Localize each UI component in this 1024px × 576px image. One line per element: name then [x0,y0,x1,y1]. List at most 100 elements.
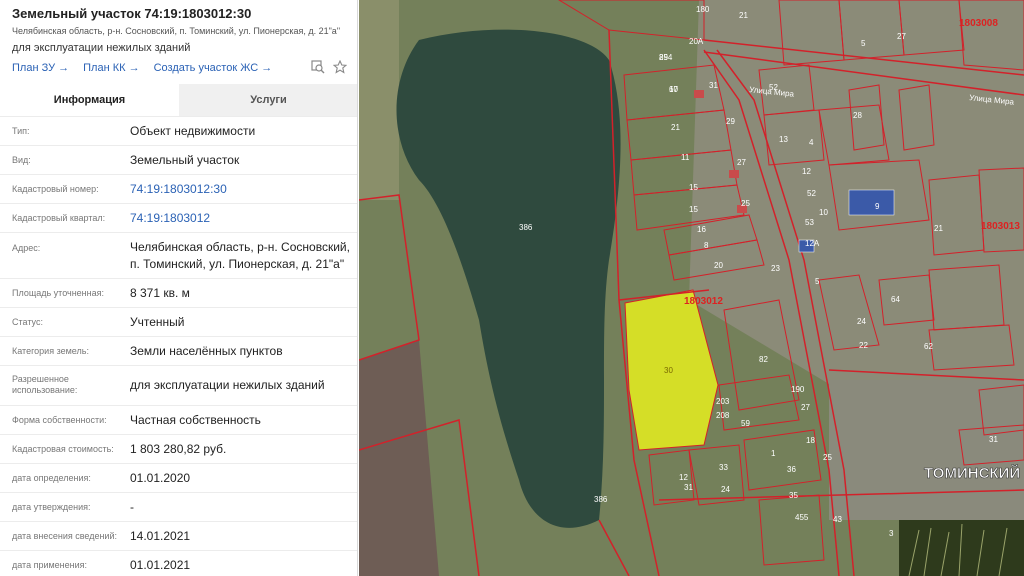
row-label: Категория земель: [12,346,89,356]
parcel-label-selected: 30 [664,366,673,375]
plot-number-label: 35 [789,491,798,500]
plot-number-label: 64 [891,295,900,304]
row-label: дата определения: [12,473,91,483]
plot-number-label: 11 [681,153,690,162]
plot-number-label: 17 [669,85,678,94]
table-row: дата определения: 01.01.2020 [0,463,357,492]
map-canvas[interactable]: Улица Мира Улица Мира 1803008 1803013 18… [359,0,1024,576]
plot-number-label: 31 [709,81,718,90]
plot-number-label: 43 [833,515,842,524]
plot-number-label: 455 [795,513,809,522]
row-value: для эксплуатации нежилых зданий [130,378,325,392]
table-row: Площадь уточненная: 8 371 кв. м [0,278,357,307]
plot-number-label: 8 [704,241,709,250]
create-parcel-link[interactable]: Создать участок ЖС → [154,62,273,74]
plot-number-label: 59 [741,419,750,428]
plan-zu-link[interactable]: План ЗУ → [12,62,69,74]
plot-number-label: 24 [857,317,866,326]
row-value: 8 371 кв. м [130,286,190,300]
row-label: Кадастровая стоимость: [12,444,114,454]
plot-number-label: 53 [805,218,814,227]
search-on-map-icon[interactable] [311,60,325,74]
plot-number-label: 31 [989,435,998,444]
table-row: Тип: Объект недвижимости [0,116,357,145]
plot-number-label: 24 [721,485,730,494]
plot-number-label: 12 [679,473,688,482]
plot-number-label: 9 [875,202,880,211]
plot-number-label: 27 [801,403,810,412]
plot-number-label: 203 [716,397,730,406]
row-label: Кадастровый квартал: [12,213,106,223]
plot-number-label: 13 [779,135,788,144]
row-label: Адрес: [12,243,41,253]
tab-services[interactable]: Услуги [179,84,357,116]
row-label: дата применения: [12,560,88,570]
table-row: Кадастровый квартал: 74:19:1803012 [0,203,357,232]
table-row: Вид: Земельный участок [0,145,357,174]
row-value: Земельный участок [130,153,240,167]
plot-number-label: 12 [802,167,811,176]
row-label: Форма собственности: [12,415,107,425]
plot-number-label: 62 [924,342,933,351]
parcel-usage: для эксплуатации нежилых зданий [12,42,191,54]
table-row: Форма собственности: Частная собственнос… [0,405,357,434]
quarter-label-main: 1803012 [684,296,723,307]
plot-number-label: 5 [861,39,866,48]
row-value: - [130,500,134,514]
row-value: 14.01.2021 [130,529,191,543]
row-label: дата утверждения: [12,502,91,512]
plot-number-label: 29 [659,53,668,62]
plot-number-label: 20А [689,37,704,46]
plot-number-label: 52 [807,189,816,198]
plot-number-label: 25 [823,453,832,462]
cadastral-map[interactable]: Улица Мира Улица Мира 1803008 1803013 18… [359,0,1024,576]
parcel-label-386: 386 [519,223,533,232]
row-value: 01.01.2021 [130,558,191,572]
plot-number-label: 21 [739,11,748,20]
plot-number-label: 10 [819,208,828,217]
row-label: Разрешенное использование: [12,374,78,395]
plot-number-label: 1 [771,449,776,458]
plan-kk-link[interactable]: План КК → [83,62,139,74]
plot-number-label: 22 [859,341,868,350]
cadastral-number-link[interactable]: 74:19:1803012:30 [130,181,350,198]
settlement-label: ТОМИНСКИЙ [924,464,1020,482]
plot-number-label: 28 [853,111,862,120]
table-row: Разрешенное использование: для эксплуата… [0,365,357,405]
plot-number-label: 27 [897,32,906,41]
row-value: Учтенный [130,315,185,329]
row-label: Тип: [12,126,30,136]
plot-number-label: 23 [771,264,780,273]
row-label: Площадь уточненная: [12,288,104,298]
row-label: дата внесения сведений: [12,531,117,541]
row-value: Челябинская область, р-н. Сосновский, п.… [130,240,350,271]
plot-number-label: 5 [815,277,820,286]
plot-number-label: 3 [889,529,894,538]
favorite-star-icon[interactable] [333,60,347,74]
table-row: Адрес: Челябинская область, р-н. Сосновс… [0,232,357,278]
row-value: Объект недвижимости [130,124,256,138]
plot-number-label: 25 [741,199,750,208]
parcel-label-386-2: 386 [594,495,608,504]
plot-number-label: 4 [809,138,814,147]
row-value: Земли населённых пунктов [130,344,283,358]
plot-number-label: 18 [806,436,815,445]
plot-number-label: 29 [726,117,735,126]
plot-number-label: 15 [689,205,698,214]
row-value: 1 803 280,82 руб. [130,442,227,456]
cadastral-quarter-link[interactable]: 74:19:1803012 [130,210,350,227]
row-label: Статус: [12,317,43,327]
table-row: дата утверждения: - [0,492,357,521]
page-title: Земельный участок 74:19:1803012:30 [12,6,252,21]
plot-number-label: 15 [689,183,698,192]
tab-bar: Информация Услуги [0,84,357,116]
plot-number-label: 20 [714,261,723,270]
plot-number-label: 31 [684,483,693,492]
plot-number-label: 208 [716,411,730,420]
table-row: дата внесения сведений: 14.01.2021 [0,521,357,550]
info-panel: Земельный участок 74:19:1803012:30 Челяб… [0,0,358,576]
table-row: Статус: Учтенный [0,307,357,336]
row-label: Кадастровый номер: [12,184,99,194]
plot-number-label: 16 [697,225,706,234]
tab-info[interactable]: Информация [0,84,179,116]
